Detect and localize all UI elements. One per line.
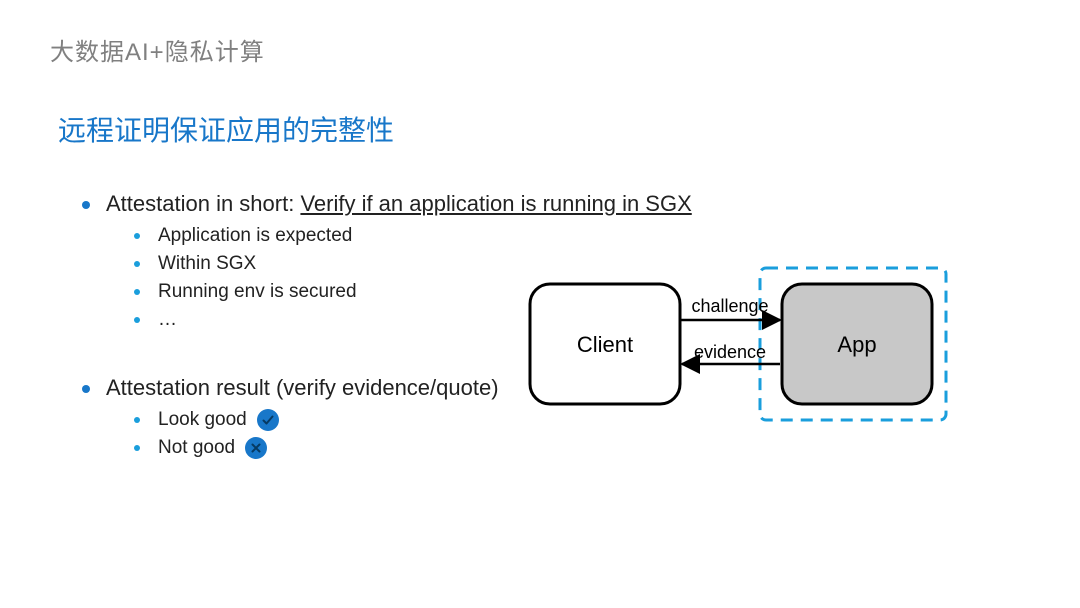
cross-icon — [245, 437, 267, 459]
sub-text: Not good — [158, 437, 235, 459]
sub-text: … — [158, 309, 177, 331]
client-label: Client — [577, 332, 633, 357]
sub-text: Running env is secured — [158, 281, 357, 303]
challenge-label: challenge — [691, 296, 768, 316]
sub-item-application-expected: Application is expected — [134, 225, 1030, 247]
bullet-dot-icon — [134, 417, 140, 423]
bullet-underlined: Verify if an application is running in S… — [300, 191, 691, 216]
client-app-diagram: Client App challenge evidence — [520, 264, 960, 424]
evidence-label: evidence — [694, 342, 766, 362]
bullet-text: Attestation in short: Verify if an appli… — [106, 191, 692, 217]
slide: 大数据AI+隐私计算 远程证明保证应用的完整性 Attestation in s… — [0, 0, 1080, 608]
sub-text: Within SGX — [158, 253, 256, 275]
sub-item-not-good: Not good — [134, 437, 1030, 459]
bullet-dot-icon — [134, 289, 140, 295]
supertitle: 大数据AI+隐私计算 — [50, 32, 1030, 67]
sub-text: Look good — [158, 409, 247, 431]
bullet-dot-icon — [134, 317, 140, 323]
bullet-text: Attestation result (verify evidence/quot… — [106, 375, 499, 401]
bullet-dot-icon — [82, 201, 90, 209]
app-label: App — [837, 332, 876, 357]
bullet-dot-icon — [134, 233, 140, 239]
bullet-prefix: Attestation in short: — [106, 191, 300, 216]
slide-title: 远程证明保证应用的完整性 — [58, 109, 1030, 149]
bullet-dot-icon — [134, 261, 140, 267]
sub-text: Application is expected — [158, 225, 352, 247]
bullet-dot-icon — [82, 385, 90, 393]
bullet-attestation-short: Attestation in short: Verify if an appli… — [82, 191, 1030, 217]
bullet-dot-icon — [134, 445, 140, 451]
check-icon — [257, 409, 279, 431]
